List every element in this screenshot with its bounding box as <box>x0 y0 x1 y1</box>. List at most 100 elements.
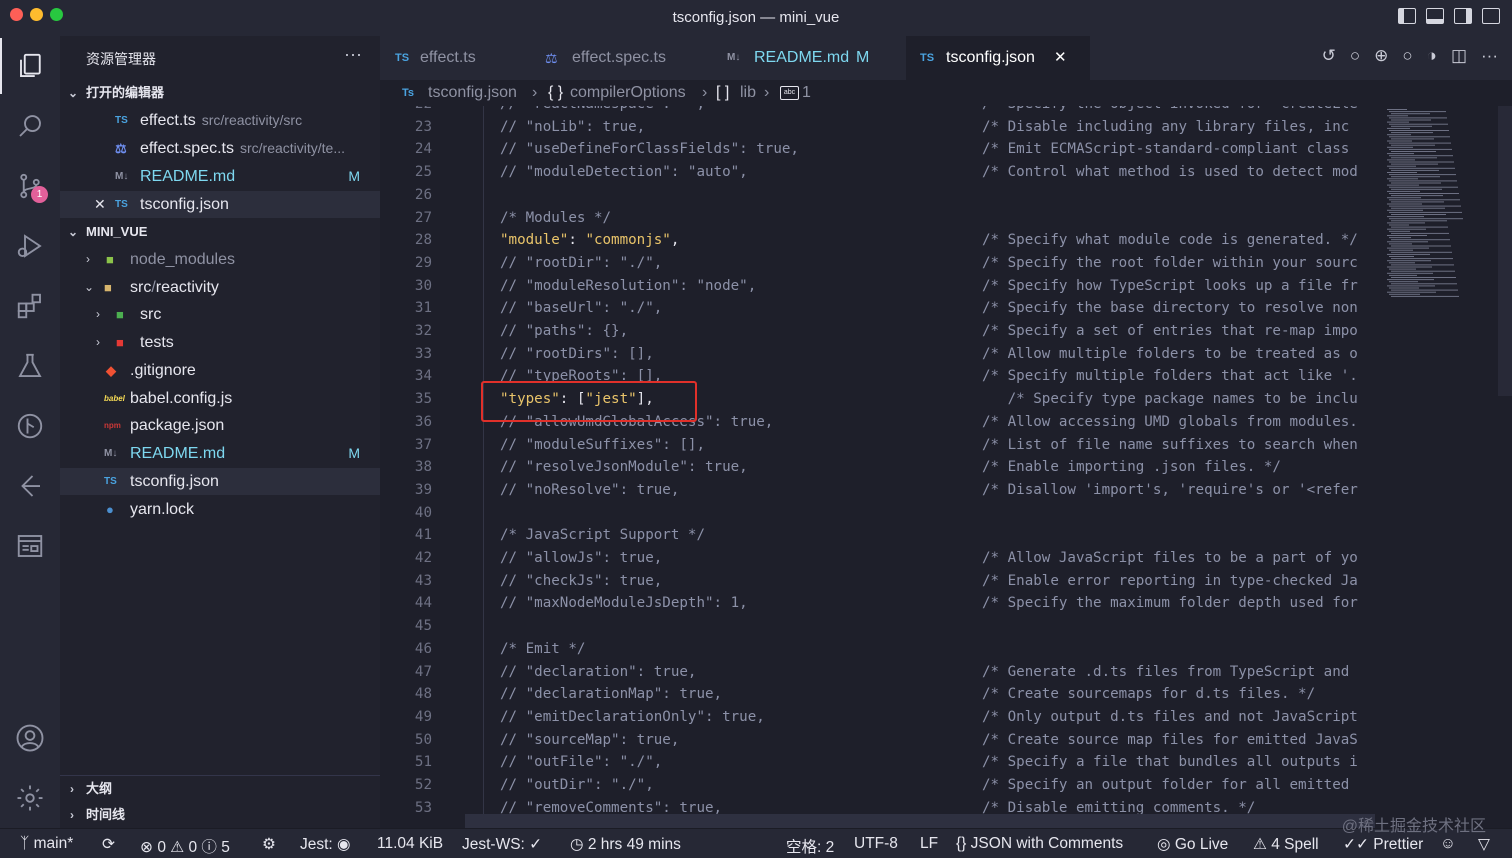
inline-comment: /* Only output d.ts files and not JavaSc… <box>982 708 1358 725</box>
inline-comment: /* Specify the base directory to resolve… <box>982 300 1358 317</box>
tab-tsconfig-json[interactable]: TS tsconfig.json ✕ <box>906 36 1090 80</box>
go-forward-icon[interactable]: ○ <box>1402 46 1412 66</box>
open-editor-item[interactable]: ⚖ effect.spec.ts src/reactivity/te... <box>60 135 380 162</box>
git-branch[interactable]: ᛉ main* <box>20 835 73 853</box>
inline-comment: /* Control what method is used to detect… <box>982 164 1358 181</box>
minimap-line <box>1387 228 1426 230</box>
open-editors-section[interactable]: ⌄ 打开的编辑器 <box>60 80 380 106</box>
close-tab-icon[interactable]: ✕ <box>1054 36 1067 80</box>
open-editor-item[interactable]: M↓ README.md M <box>60 163 380 190</box>
open-editor-item-active[interactable]: ✕ TS tsconfig.json <box>60 191 380 218</box>
typescript-config-icon: T​s <box>402 87 415 99</box>
breadcrumb-file[interactable]: tsconfig.json <box>428 80 517 106</box>
breadcrumb-object[interactable]: compilerOptions <box>570 80 686 106</box>
minimap-line <box>1389 111 1446 113</box>
minimap-line <box>1387 134 1411 136</box>
git-graph-icon[interactable] <box>0 398 60 454</box>
breadcrumb-array[interactable]: lib <box>740 80 756 106</box>
tree-file[interactable]: babel babel.config.js <box>60 385 380 412</box>
code-editor[interactable]: 22 // "reactNamespace": "", /* Specify the… <box>380 106 1512 828</box>
end-of-line[interactable]: LF <box>920 835 938 853</box>
split-editor-icon[interactable]: ◫ <box>1451 46 1467 66</box>
notifications-bell-icon[interactable]: ▽ <box>1478 835 1490 854</box>
tree-file[interactable]: M↓ README.md M <box>60 440 380 467</box>
warning-icon: ⚠ <box>170 839 185 856</box>
open-editor-item[interactable]: TS effect.ts src/reactivity/src <box>60 107 380 134</box>
wakatime[interactable]: ◷ 2 hrs 49 mins <box>570 835 681 854</box>
jest-status[interactable]: Jest: ◉ <box>300 835 351 854</box>
settings-gear-icon[interactable] <box>0 770 60 826</box>
tab-label: README.md <box>754 49 850 66</box>
customize-layout-icon[interactable] <box>1482 8 1500 24</box>
spell-check[interactable]: ⚠ 4 Spell <box>1253 835 1319 854</box>
tree-file[interactable]: npm package.json <box>60 412 380 439</box>
more-actions-icon[interactable]: ··· <box>344 44 362 65</box>
testing-icon[interactable] <box>0 338 60 394</box>
time-label: 2 hrs 49 mins <box>587 836 681 853</box>
close-icon[interactable]: ✕ <box>94 191 106 218</box>
inline-comment: /* Allow JavaScript files to be a part o… <box>982 550 1358 566</box>
minimap-line <box>1387 266 1432 268</box>
indentation[interactable]: 空格: 2 <box>786 835 834 857</box>
tree-folder[interactable]: › ■ src <box>60 301 380 328</box>
minimap[interactable] <box>1383 106 1497 828</box>
tab-effect-spec-ts[interactable]: ⚖ effect.spec.ts <box>530 36 710 80</box>
source-control-icon[interactable] <box>0 158 60 214</box>
go-live[interactable]: ◎ Go Live <box>1157 835 1228 854</box>
extensions-icon[interactable] <box>0 278 60 334</box>
tab-readme-md[interactable]: M↓ README.md M <box>710 36 906 80</box>
vertical-scrollbar[interactable] <box>1498 106 1512 396</box>
horizontal-scrollbar[interactable] <box>465 814 1375 828</box>
error-count: 0 <box>157 839 166 856</box>
minimap-line <box>1389 211 1462 213</box>
debug-icon[interactable]: ⚙ <box>262 835 276 854</box>
git-icon: ◆ <box>106 363 116 378</box>
tree-file[interactable]: ● yarn.lock <box>60 496 380 523</box>
prettier[interactable]: ✓✓ Prettier <box>1343 835 1423 854</box>
minimap-line <box>1391 264 1454 266</box>
encoding[interactable]: UTF-8 <box>854 835 898 853</box>
accounts-icon[interactable] <box>0 710 60 766</box>
feedback-icon[interactable]: ☺ <box>1440 835 1456 853</box>
code-line: "module": "commonjs", <box>500 232 679 248</box>
tab-label: tsconfig.json <box>946 49 1035 66</box>
inline-comment: /* Specify type package names to be incl… <box>982 391 1358 408</box>
tree-file-selected[interactable]: TS tsconfig.json <box>60 468 380 495</box>
go-back-icon[interactable]: ○ <box>1350 46 1360 66</box>
more-editor-actions-icon[interactable]: ··· <box>1481 46 1498 66</box>
problems[interactable]: ⊗ 0 ⚠ 0 ⓘ 5 <box>140 835 230 857</box>
project-section[interactable]: ⌄ MINI_VUE <box>60 219 380 245</box>
jest-ws-status[interactable]: Jest-WS: ✓ <box>462 835 542 854</box>
timeline-label: 时间线 <box>86 807 126 822</box>
minimap-line <box>1389 249 1413 251</box>
minimap-line <box>1389 136 1450 138</box>
timeline-history-icon[interactable]: ↺ <box>1322 46 1336 66</box>
tab-effect-ts[interactable]: TS effect.ts <box>380 36 530 80</box>
outline-section[interactable]: › 大纲 <box>60 775 380 802</box>
toggle-primary-sidebar-icon[interactable] <box>1398 8 1416 24</box>
tree-folder[interactable]: › ■ tests <box>60 329 380 356</box>
json-key: "module" <box>500 232 569 249</box>
toggle-secondary-sidebar-icon[interactable] <box>1454 8 1472 24</box>
inline-comment: /* Specify a set of entries that re-map … <box>982 323 1358 339</box>
timeline-section[interactable]: › 时间线 <box>60 802 380 828</box>
run-debug-icon[interactable] <box>0 218 60 274</box>
file-name: effect.spec.ts <box>140 140 234 157</box>
window-title: tsconfig.json — mini_vue <box>672 9 840 26</box>
language-mode[interactable]: {} JSON with Comments <box>956 835 1123 853</box>
tree-folder[interactable]: ⌄ ■ src/reactivity <box>60 274 380 301</box>
tree-folder[interactable]: › ■ node_modules <box>60 246 380 273</box>
golive-label: Go Live <box>1174 836 1229 853</box>
braces-icon: {} <box>956 835 971 852</box>
breadcrumb-index[interactable]: 1 <box>802 80 811 106</box>
project-manager-icon[interactable] <box>0 518 60 574</box>
git-lens-icon[interactable]: ◑ <box>1427 46 1437 66</box>
search-icon[interactable] <box>0 98 60 154</box>
remote-explorer-icon[interactable] <box>0 458 60 514</box>
git-commit-icon[interactable]: ⊕ <box>1374 46 1388 66</box>
broadcast-icon: ◎ <box>1157 836 1175 853</box>
toggle-panel-icon[interactable] <box>1426 8 1444 24</box>
sync-icon[interactable]: ⟳ <box>102 835 115 854</box>
tree-file[interactable]: ◆ .gitignore <box>60 357 380 384</box>
explorer-icon[interactable] <box>0 38 60 94</box>
